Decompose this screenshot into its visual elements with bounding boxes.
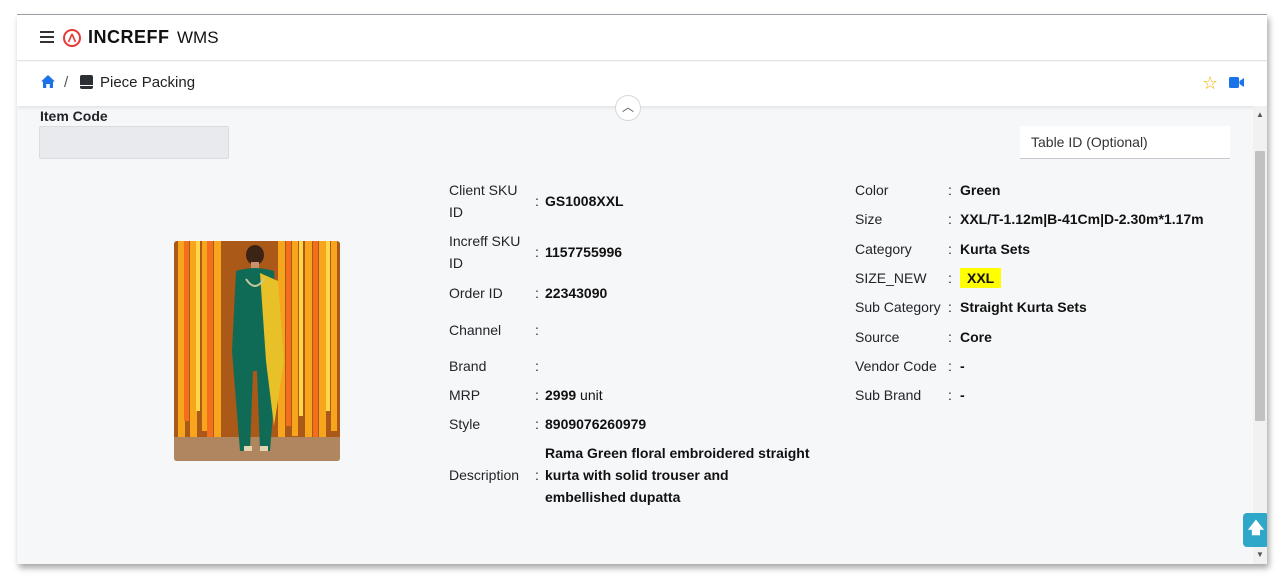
back-to-top-button[interactable]: 🡅: [1243, 513, 1267, 547]
breadcrumb-separator: /: [64, 74, 69, 91]
brand-product: WMS: [177, 28, 219, 47]
color-value: Green: [960, 182, 1001, 198]
top-navbar: INCREFF WMS: [17, 15, 1267, 61]
scroll-down-arrow-icon[interactable]: ▼: [1256, 550, 1264, 559]
sub-brand-value: -: [960, 387, 965, 403]
category-value: Kurta Sets: [960, 241, 1031, 257]
increff-logo-icon: [63, 29, 81, 47]
sub-category-value: Straight Kurta Sets: [960, 299, 1087, 315]
sub-category-label: Sub Category: [855, 299, 941, 315]
vendor-code-value: -: [960, 358, 965, 374]
description-value: Rama Green floral embroidered straight ku…: [545, 445, 810, 505]
video-camera-icon[interactable]: [1229, 77, 1244, 88]
increff-sku-value: 1157755996: [545, 244, 623, 260]
client-sku-label: Client SKU ID: [449, 182, 518, 220]
category-label: Category: [855, 241, 912, 257]
order-id-label: Order ID: [449, 285, 503, 301]
doc-icon: [80, 75, 93, 89]
description-label: Description: [449, 467, 520, 483]
size-value: XXL/T-1.12m|B-41Cm|D-2.30m*1.17m: [960, 211, 1204, 227]
source-label: Source: [855, 329, 900, 345]
colon: :: [535, 285, 539, 301]
colon: :: [535, 467, 539, 483]
hamburger-icon[interactable]: [40, 31, 54, 43]
source-value: Core: [960, 329, 992, 345]
collapse-toggle-button[interactable]: ︿: [615, 95, 641, 121]
arrow-up-icon: 🡅: [1247, 520, 1265, 537]
mrp-unit: unit: [580, 387, 603, 403]
colon: :: [948, 329, 952, 345]
colon: :: [948, 387, 952, 403]
colon: :: [535, 193, 539, 209]
colon: :: [535, 358, 539, 374]
colon: :: [535, 387, 539, 403]
increff-sku-label: Increff SKU ID: [449, 233, 521, 271]
colon: :: [535, 322, 539, 338]
colon: :: [948, 270, 952, 286]
size-new-value: XXL: [960, 267, 1002, 289]
sub-brand-label: Sub Brand: [855, 387, 922, 403]
brand-name: INCREFF: [88, 27, 170, 47]
star-icon[interactable]: ☆: [1202, 73, 1218, 94]
item-code-input[interactable]: [39, 126, 229, 159]
size-new-highlight: XXL: [960, 268, 1002, 288]
colon: :: [948, 211, 952, 227]
colon: :: [535, 244, 539, 260]
order-id-value: 22343090: [545, 285, 608, 301]
mrp-label: MRP: [449, 387, 481, 403]
style-value: 8909076260979: [545, 416, 647, 432]
color-label: Color: [855, 182, 889, 198]
colon: :: [535, 416, 539, 432]
colon: :: [948, 358, 952, 374]
client-sku-value: GS1008XXL: [545, 193, 624, 209]
app-window: INCREFF WMS / Piece Packing ☆ ︿ Item Cod…: [17, 14, 1267, 564]
colon: :: [948, 241, 952, 257]
style-label: Style: [449, 416, 481, 432]
brand-label: Brand: [449, 358, 487, 374]
item-code-label: Item Code: [40, 108, 108, 124]
colon: :: [948, 182, 952, 198]
size-new-label: SIZE_NEW: [855, 270, 927, 286]
size-label: Size: [855, 211, 883, 227]
chevron-up-icon: ︿: [621, 100, 634, 114]
page-title: Piece Packing: [100, 74, 196, 91]
scroll-up-arrow-icon[interactable]: ▲: [1256, 110, 1264, 119]
scrollbar-thumb[interactable]: [1255, 151, 1265, 421]
breadcrumb: / Piece Packing ☆: [17, 62, 1267, 106]
channel-label: Channel: [449, 322, 502, 338]
mrp-value: 2999 unit: [545, 387, 603, 403]
home-icon[interactable]: [40, 74, 56, 89]
product-image: [174, 241, 340, 461]
colon: :: [948, 299, 952, 315]
table-id-input[interactable]: [1020, 126, 1230, 159]
vendor-code-label: Vendor Code: [855, 358, 937, 374]
